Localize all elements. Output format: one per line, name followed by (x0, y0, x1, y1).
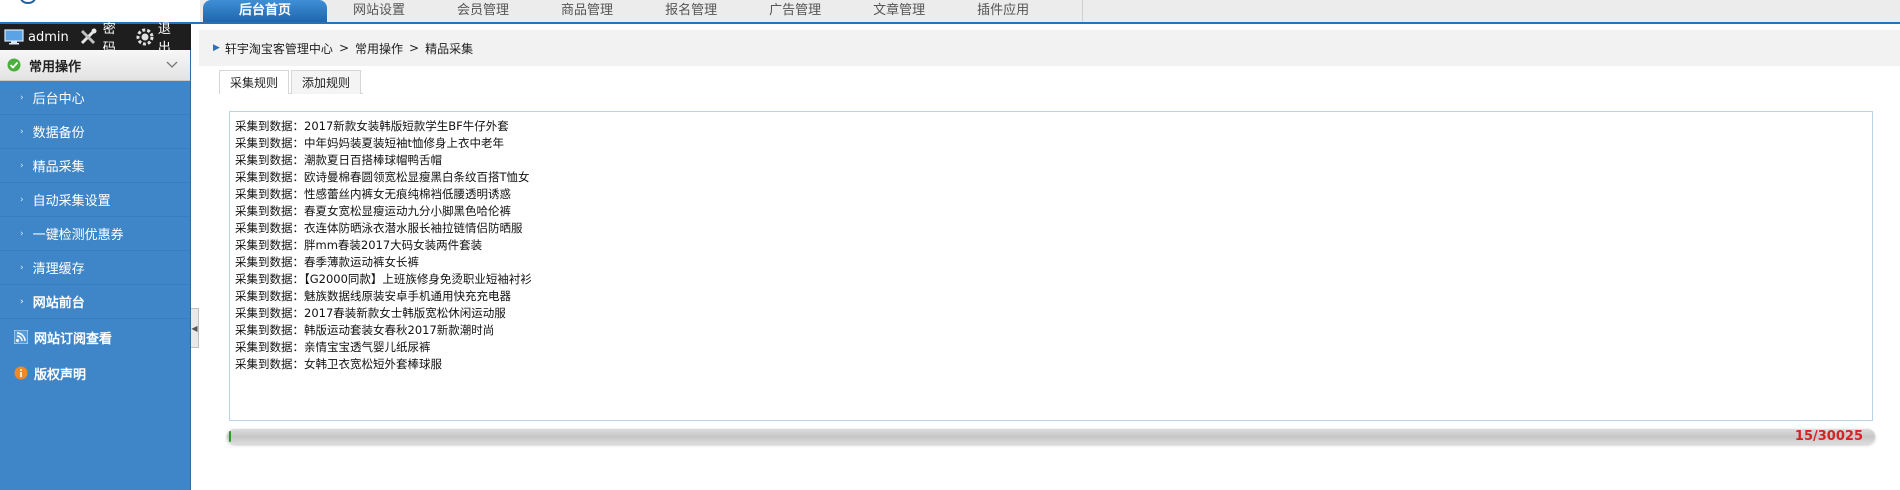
sidebar-item-backup[interactable]: › 数据备份 (0, 115, 190, 149)
breadcrumb-separator: > (409, 41, 420, 55)
breadcrumb-item[interactable]: 常用操作 (355, 40, 403, 57)
main-content: ▶ 轩宇淘宝客管理中心 > 常用操作 > 精品采集 采集规则 添加规则 采集到数… (199, 24, 1900, 490)
check-circle-icon (7, 58, 21, 72)
progress-text: 15/30025 (1794, 429, 1863, 444)
nav-tab-home[interactable]: 后台首页 (203, 0, 328, 22)
collect-progress-bar: 15/30025 (227, 429, 1875, 444)
content-tabs: 采集规则 添加规则 (219, 70, 364, 94)
log-line: 采集到数据：2017新款女装韩版短款学生BF牛仔外套 (235, 119, 509, 133)
arrow-right-icon: › (20, 262, 24, 273)
sidebar-item-label: 精品采集 (32, 160, 85, 175)
monitor-icon (4, 29, 24, 45)
nav-tab-plugins[interactable]: 插件应用 (951, 0, 1055, 22)
triangle-right-icon: ▶ (213, 43, 220, 53)
log-line: 采集到数据：中年妈妈装夏装短袖t恤修身上衣中老年 (235, 136, 505, 150)
nav-tab-ads[interactable]: 广告管理 (743, 0, 847, 22)
log-line: 采集到数据：欧诗曼棉春圆领宽松显瘦黑白条纹百搭T恤女 (235, 170, 530, 184)
sidebar-item-auto-collect[interactable]: › 自动采集设置 (0, 183, 190, 217)
nav-tab-site-settings[interactable]: 网站设置 (327, 0, 431, 22)
sidebar-item-label: 自动采集设置 (32, 194, 111, 209)
breadcrumb: ▶ 轩宇淘宝客管理中心 > 常用操作 > 精品采集 (199, 30, 1900, 66)
nav-tab-products[interactable]: 商品管理 (535, 0, 639, 22)
nav-tab-articles[interactable]: 文章管理 (847, 0, 951, 22)
tab-collect-rules[interactable]: 采集规则 (219, 70, 290, 94)
log-line: 采集到数据：衣连体防晒泳衣潜水服长袖拉链情侣防晒服 (235, 221, 523, 235)
log-line: 采集到数据：亲情宝宝透气婴儿纸尿裤 (235, 340, 431, 354)
breadcrumb-item-current: 精品采集 (425, 41, 474, 56)
rss-icon (14, 330, 28, 344)
username-label: admin (28, 29, 69, 45)
collect-log[interactable]: 采集到数据：2017新款女装韩版短款学生BF牛仔外套 采集到数据：中年妈妈装夏装… (229, 111, 1873, 421)
log-line: 采集到数据：2017春装新款女士韩版宽松休闲运动服 (235, 306, 506, 320)
nav-tab-members[interactable]: 会员管理 (431, 0, 535, 22)
nav-divider (1082, 0, 1083, 22)
tab-add-rule[interactable]: 添加规则 (291, 70, 362, 94)
main-nav: 后台首页 网站设置 会员管理 商品管理 报名管理 广告管理 文章管理 插件应用 (203, 0, 1055, 24)
sidebar-item-coupon-check[interactable]: › 一键检测优惠券 (0, 217, 190, 251)
arrow-right-icon: › (20, 126, 24, 137)
log-line: 采集到数据：女韩卫衣宽松短外套棒球服 (235, 357, 442, 371)
nav-tab-signups[interactable]: 报名管理 (639, 0, 743, 22)
sidebar-item-label: 后台中心 (32, 92, 85, 107)
arrow-right-icon: › (20, 160, 24, 171)
sidebar-item-clear-cache[interactable]: › 清理缓存 (0, 251, 190, 285)
log-line: 采集到数据：【G2000同款】上班族修身免烫职业短袖衬衫 (235, 272, 532, 286)
sidebar-item-collect[interactable]: › 精品采集 (0, 149, 190, 183)
sidebar-item-label: 网站前台 (32, 296, 85, 311)
log-line: 采集到数据：春夏女宽松显瘦运动九分小脚黑色哈伦裤 (235, 204, 511, 218)
sidebar-section-subscriptions[interactable]: 网站订阅查看 (0, 319, 190, 355)
sidebar-item-frontend[interactable]: › 网站前台 (0, 285, 190, 319)
top-bar: 后台首页 网站设置 会员管理 商品管理 报名管理 广告管理 文章管理 插件应用 (0, 0, 1900, 24)
tools-icon (79, 28, 99, 46)
info-icon (14, 366, 28, 380)
sidebar-section-copyright[interactable]: 版权声明 (0, 355, 190, 391)
log-line: 采集到数据：春季薄款运动裤女长裤 (235, 255, 419, 269)
arrow-right-icon: › (20, 228, 24, 239)
sidebar-header-label: 常用操作 (29, 59, 82, 75)
breadcrumb-separator: > (338, 41, 349, 55)
sidebar-item-label: 清理缓存 (32, 262, 85, 277)
gear-icon (136, 28, 154, 46)
log-line: 采集到数据：魅族数据线原装安卓手机通用快充充电器 (235, 289, 511, 303)
sidebar-item-admin-center[interactable]: › 后台中心 (0, 81, 190, 115)
log-line: 采集到数据：性感蕾丝内裤女无痕纯棉裆低腰透明诱惑 (235, 187, 511, 201)
logo-icon (20, 0, 36, 4)
sidebar-header-common[interactable]: 常用操作 (0, 50, 190, 81)
arrow-right-icon: › (20, 194, 24, 205)
sidebar-section-label: 版权声明 (34, 367, 87, 383)
log-line: 采集到数据：潮款夏日百搭棒球帽鸭舌帽 (235, 153, 442, 167)
sidebar-item-label: 一键检测优惠券 (32, 228, 124, 243)
user-bar: admin 密码 退出 (0, 22, 191, 56)
breadcrumb-item[interactable]: 轩宇淘宝客管理中心 (225, 40, 333, 57)
progress-fill (229, 431, 231, 442)
user-account[interactable]: admin (4, 29, 69, 45)
chevron-down-icon (166, 58, 178, 73)
chevron-left-icon: ◀ (191, 323, 198, 333)
log-line: 采集到数据：胖mm春装2017大码女装两件套装 (235, 238, 483, 252)
sidebar: 常用操作 › 后台中心 › 数据备份 › 精品采集 › 自动采集设置 › 一键检… (0, 50, 191, 490)
log-line: 采集到数据：韩版运动套装女春秋2017新款潮时尚 (235, 323, 495, 337)
sidebar-item-label: 数据备份 (32, 126, 85, 141)
arrow-right-icon: › (20, 92, 24, 103)
sidebar-section-label: 网站订阅查看 (34, 331, 113, 347)
arrow-right-icon: › (20, 296, 24, 307)
sidebar-collapse-handle[interactable]: ◀ (191, 308, 199, 348)
